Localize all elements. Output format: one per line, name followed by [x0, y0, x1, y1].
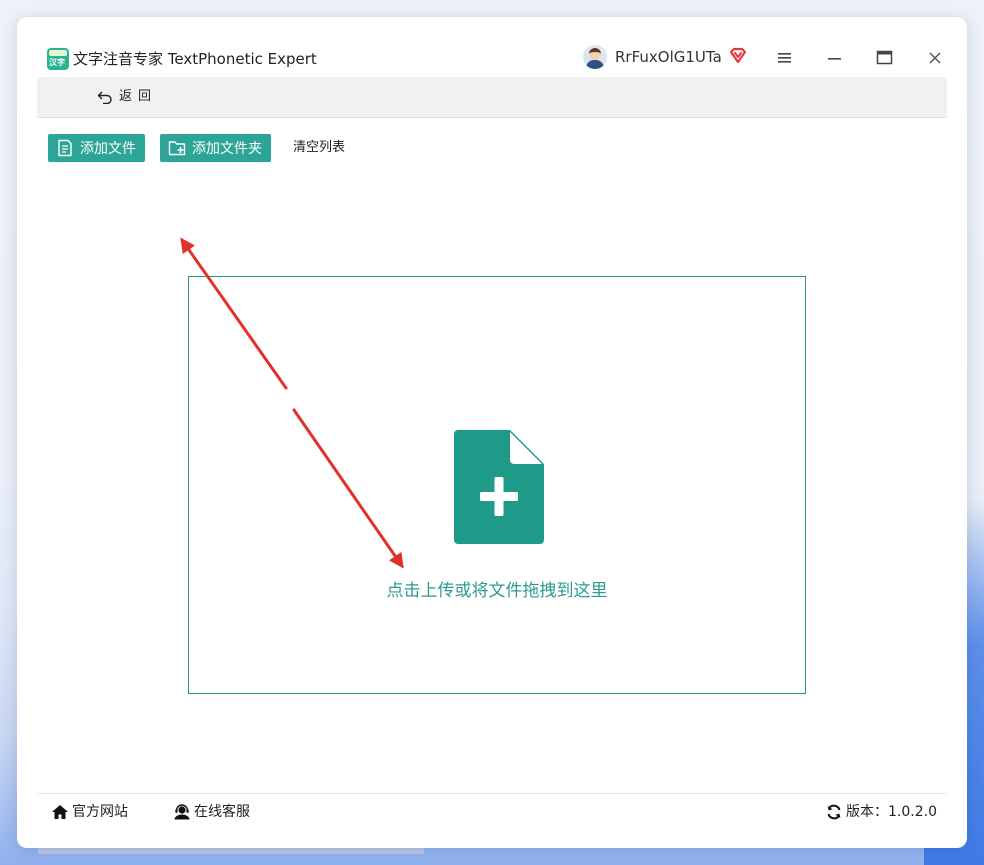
minimize-icon: [828, 58, 841, 60]
title-bar: 汉字 文字注音专家 TextPhonetic Expert RrFuxOlG1U…: [17, 17, 967, 77]
official-website-label: 官方网站: [72, 804, 128, 820]
add-folder-button[interactable]: 添加文件夹: [160, 134, 271, 162]
version-info: 版本：1.0.2.0: [826, 802, 937, 822]
refresh-icon: [827, 804, 841, 820]
headset-user-icon: [174, 804, 190, 820]
back-label: 返回: [119, 89, 158, 104]
maximize-button[interactable]: [874, 47, 896, 69]
clear-list-button[interactable]: 清空列表: [293, 139, 345, 157]
version-label: 版本：1.0.2.0: [846, 804, 937, 820]
vip-diamond-icon[interactable]: [728, 46, 748, 66]
official-website-link[interactable]: 官方网站: [51, 802, 128, 822]
close-icon: [929, 52, 941, 64]
undo-arrow-icon: [97, 91, 112, 104]
back-button[interactable]: 返回: [97, 88, 157, 106]
app-logo: 汉字: [47, 48, 69, 70]
add-folder-label: 添加文件夹: [192, 141, 262, 157]
taskbar-hint: [38, 848, 424, 854]
dropzone-text: 点击上传或将文件拖拽到这里: [386, 581, 608, 601]
username[interactable]: RrFuxOlG1UTa: [615, 46, 722, 68]
add-file-button[interactable]: 添加文件: [48, 134, 145, 162]
avatar[interactable]: [583, 45, 607, 69]
nav-toolbar: 返回: [37, 77, 947, 118]
close-button[interactable]: [924, 47, 946, 69]
minimize-button[interactable]: [824, 47, 846, 69]
maximize-icon: [876, 50, 893, 65]
hamburger-icon: [778, 53, 791, 63]
file-plus-icon: [454, 430, 544, 544]
online-support-label: 在线客服: [194, 804, 250, 820]
file-dropzone[interactable]: 点击上传或将文件拖拽到这里: [188, 276, 806, 694]
app-window: 汉字 文字注音专家 TextPhonetic Expert RrFuxOlG1U…: [17, 17, 967, 848]
add-file-label: 添加文件: [80, 141, 136, 157]
online-support-link[interactable]: 在线客服: [173, 802, 250, 822]
footer: 官方网站 在线客服 版本：1.0.2.0: [37, 793, 947, 834]
folder-plus-icon: [168, 141, 186, 156]
menu-button[interactable]: [774, 47, 796, 69]
home-icon: [52, 805, 68, 819]
app-title: 文字注音专家 TextPhonetic Expert: [73, 50, 317, 68]
file-list-icon: [58, 139, 72, 157]
